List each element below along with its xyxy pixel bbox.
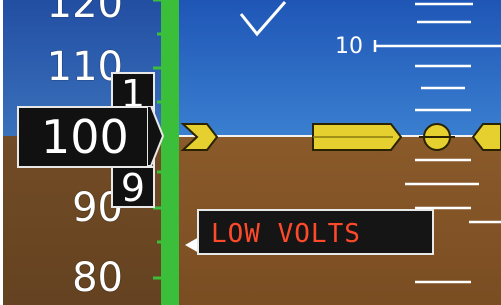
alert-text: LOW VOLTS bbox=[211, 219, 361, 249]
airspeed-lower-digit: 9 bbox=[120, 166, 146, 210]
aircraft-symbol-icon bbox=[180, 123, 501, 151]
airspeed-tape-label: 120 bbox=[46, 0, 123, 27]
attitude-indicator: 10 bbox=[179, 0, 501, 305]
pfd-screen: 120 110 90 80 1 9 100 10 LOW VOLTS bbox=[3, 0, 501, 305]
primary-flight-display: 120 110 90 80 1 9 100 10 LOW VOLTS bbox=[0, 0, 501, 305]
alert-annunciation-box: LOW VOLTS bbox=[197, 209, 434, 255]
airspeed-readout-box: 100 bbox=[17, 106, 153, 168]
airspeed-pointer bbox=[147, 106, 165, 167]
airspeed-current-value: 100 bbox=[41, 110, 129, 164]
airspeed-tape-label: 80 bbox=[72, 255, 123, 301]
